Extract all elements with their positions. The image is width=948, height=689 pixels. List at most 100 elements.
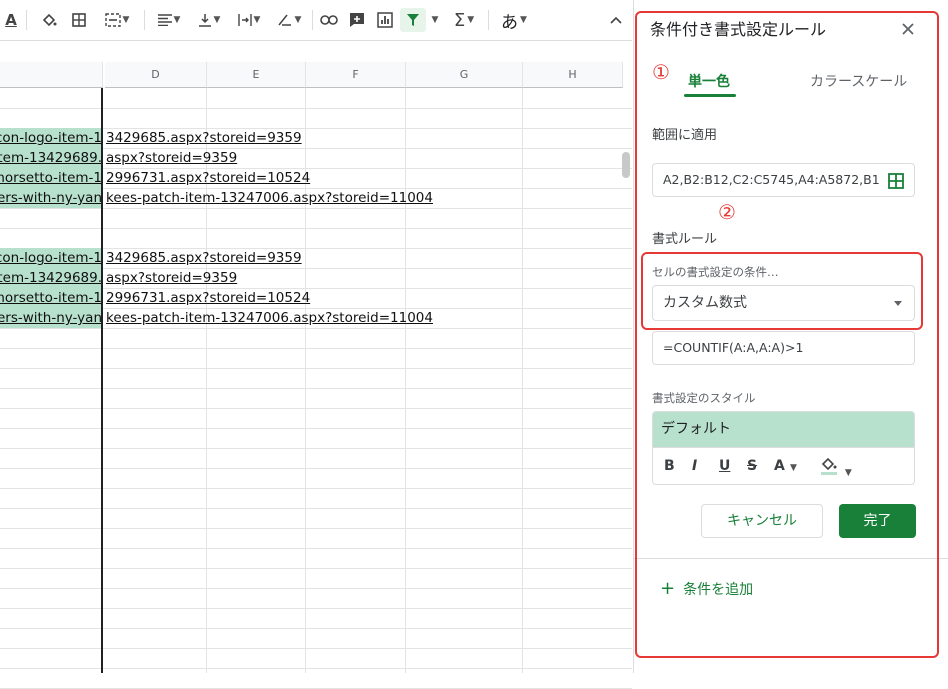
cell-d[interactable]: 3429685.aspx?storeid=9359 [106, 248, 302, 268]
toolbar-divider [26, 10, 27, 30]
cell-c[interactable]: con-logo-item-1 [0, 128, 102, 148]
chevron-up-icon [610, 16, 622, 24]
table-row [0, 408, 632, 429]
chevron-down-icon: ▼ [173, 15, 181, 25]
cell-d[interactable]: 2996731.aspx?storeid=10524 [106, 168, 310, 188]
toolbar-divider [144, 10, 145, 30]
rotate-text-icon [277, 14, 291, 26]
table-row [0, 388, 632, 409]
table-row [0, 588, 632, 609]
table-row [0, 608, 632, 629]
chevron-down-icon: ▼ [122, 15, 130, 25]
wrap-icon [237, 14, 252, 26]
column-header-h[interactable]: H [523, 62, 623, 88]
table-row [0, 328, 632, 349]
toolbar: A ▼ ▼ ▼ ▼ ▼ ▼ Σ ▼ あ ▼ [0, 0, 632, 41]
chevron-down-icon: ▼ [294, 15, 302, 25]
cell-c[interactable] [0, 228, 102, 248]
chart-icon [377, 12, 393, 28]
column-header-c[interactable] [0, 62, 103, 88]
chevron-down-icon: ▼ [467, 15, 475, 25]
column-header-e[interactable]: E [207, 62, 306, 88]
chevron-down-icon: ▼ [253, 15, 261, 25]
chevron-down-icon: ▼ [520, 15, 527, 25]
cell-c[interactable]: pers-with-ny-yan [0, 188, 102, 208]
text-color-icon: A [5, 11, 17, 29]
cell-d[interactable]: 2996731.aspx?storeid=10524 [106, 288, 310, 308]
toolbar-divider [312, 10, 313, 30]
cell-d[interactable]: aspx?storeid=9359 [106, 148, 237, 168]
cell-d[interactable]: kees-patch-item-13247006.aspx?storeid=11… [106, 308, 433, 328]
functions-button[interactable]: Σ ▼ [448, 8, 480, 32]
sigma-icon: Σ [453, 9, 466, 31]
cell-c[interactable] [0, 108, 102, 128]
text-wrap-button[interactable]: ▼ [232, 8, 266, 32]
cell-c[interactable]: -item-13429689. [0, 268, 102, 288]
table-row: pers-with-ny-yankees-patch-item-13247006… [0, 188, 632, 209]
column-header-f[interactable]: F [306, 62, 406, 88]
cell-d[interactable]: kees-patch-item-13247006.aspx?storeid=11… [106, 188, 433, 208]
table-row: con-logo-item-1 3429685.aspx?storeid=9359 [0, 248, 632, 269]
annotation-frame-condition [641, 252, 923, 330]
insert-comment-button[interactable] [346, 8, 368, 32]
vertical-scrollbar[interactable] [622, 152, 630, 178]
cell-c[interactable] [0, 88, 102, 108]
add-comment-icon [350, 13, 364, 27]
filter-button[interactable] [400, 8, 426, 32]
insert-chart-button[interactable] [374, 8, 396, 32]
table-row: -item-13429689. aspx?storeid=9359 [0, 268, 632, 289]
cell-text: -item-13429689. [0, 270, 102, 286]
table-row: con-logo-item-1 3429685.aspx?storeid=9359 [0, 128, 632, 149]
cell-text: morsetto-item-1 [0, 170, 102, 186]
table-row [0, 468, 632, 489]
vertical-align-button[interactable]: ▼ [192, 8, 226, 32]
fill-color-button[interactable] [38, 8, 60, 32]
cell-c[interactable]: morsetto-item-1 [0, 168, 102, 188]
borders-icon [72, 13, 86, 27]
merge-cells-button[interactable]: ▼ [98, 8, 136, 32]
annotation-frame-panel [635, 11, 939, 658]
cell-d[interactable]: 3429685.aspx?storeid=9359 [106, 128, 302, 148]
borders-button[interactable] [68, 8, 90, 32]
cell-c[interactable]: con-logo-item-1 [0, 248, 102, 268]
table-row [0, 628, 632, 649]
table-row [0, 208, 632, 229]
cell-c[interactable] [0, 208, 102, 228]
column-header-d[interactable]: D [105, 62, 207, 88]
cell-text: con-logo-item-1 [0, 250, 102, 266]
cell-text: morsetto-item-1 [0, 290, 102, 306]
table-row [0, 108, 632, 129]
cell-d[interactable]: aspx?storeid=9359 [106, 268, 237, 288]
frozen-column-divider[interactable] [101, 88, 103, 673]
annotation-marker-2: ② [718, 200, 736, 224]
annotation-marker-1: ① [652, 60, 670, 84]
table-row [0, 568, 632, 589]
text-rotation-button[interactable]: ▼ [272, 8, 306, 32]
insert-link-button[interactable] [318, 8, 340, 32]
table-row [0, 228, 632, 249]
table-row [0, 368, 632, 389]
chevron-down-icon: ▼ [431, 15, 439, 25]
table-row [0, 528, 632, 549]
table-row [0, 348, 632, 369]
link-icon [320, 15, 338, 25]
cell-text: pers-with-ny-yan [0, 190, 102, 206]
cell-text: pers-with-ny-yan [0, 310, 102, 326]
cell-c[interactable]: -item-13429689. [0, 148, 102, 168]
table-row [0, 508, 632, 529]
toolbar-divider [488, 10, 489, 30]
input-tools-button[interactable]: あ ▼ [496, 8, 532, 33]
cell-c[interactable]: pers-with-ny-yan [0, 308, 102, 328]
input-tools-icon: あ [501, 12, 519, 33]
spreadsheet-grid[interactable]: D E F G H con-logo-item-1 3429685.aspx?st… [0, 62, 632, 689]
chevron-down-icon: ▼ [213, 15, 221, 25]
table-row: -item-13429689. aspx?storeid=9359 [0, 148, 632, 169]
column-header-g[interactable]: G [406, 62, 523, 88]
horizontal-align-button[interactable]: ▼ [152, 8, 186, 32]
table-row: morsetto-item-1 2996731.aspx?storeid=1052… [0, 288, 632, 309]
table-row: pers-with-ny-yankees-patch-item-13247006… [0, 308, 632, 329]
filter-menu-button[interactable]: ▼ [428, 8, 440, 32]
text-color-button[interactable]: A [0, 8, 22, 32]
collapse-toolbar-button[interactable] [606, 8, 626, 32]
cell-c[interactable]: morsetto-item-1 [0, 288, 102, 308]
